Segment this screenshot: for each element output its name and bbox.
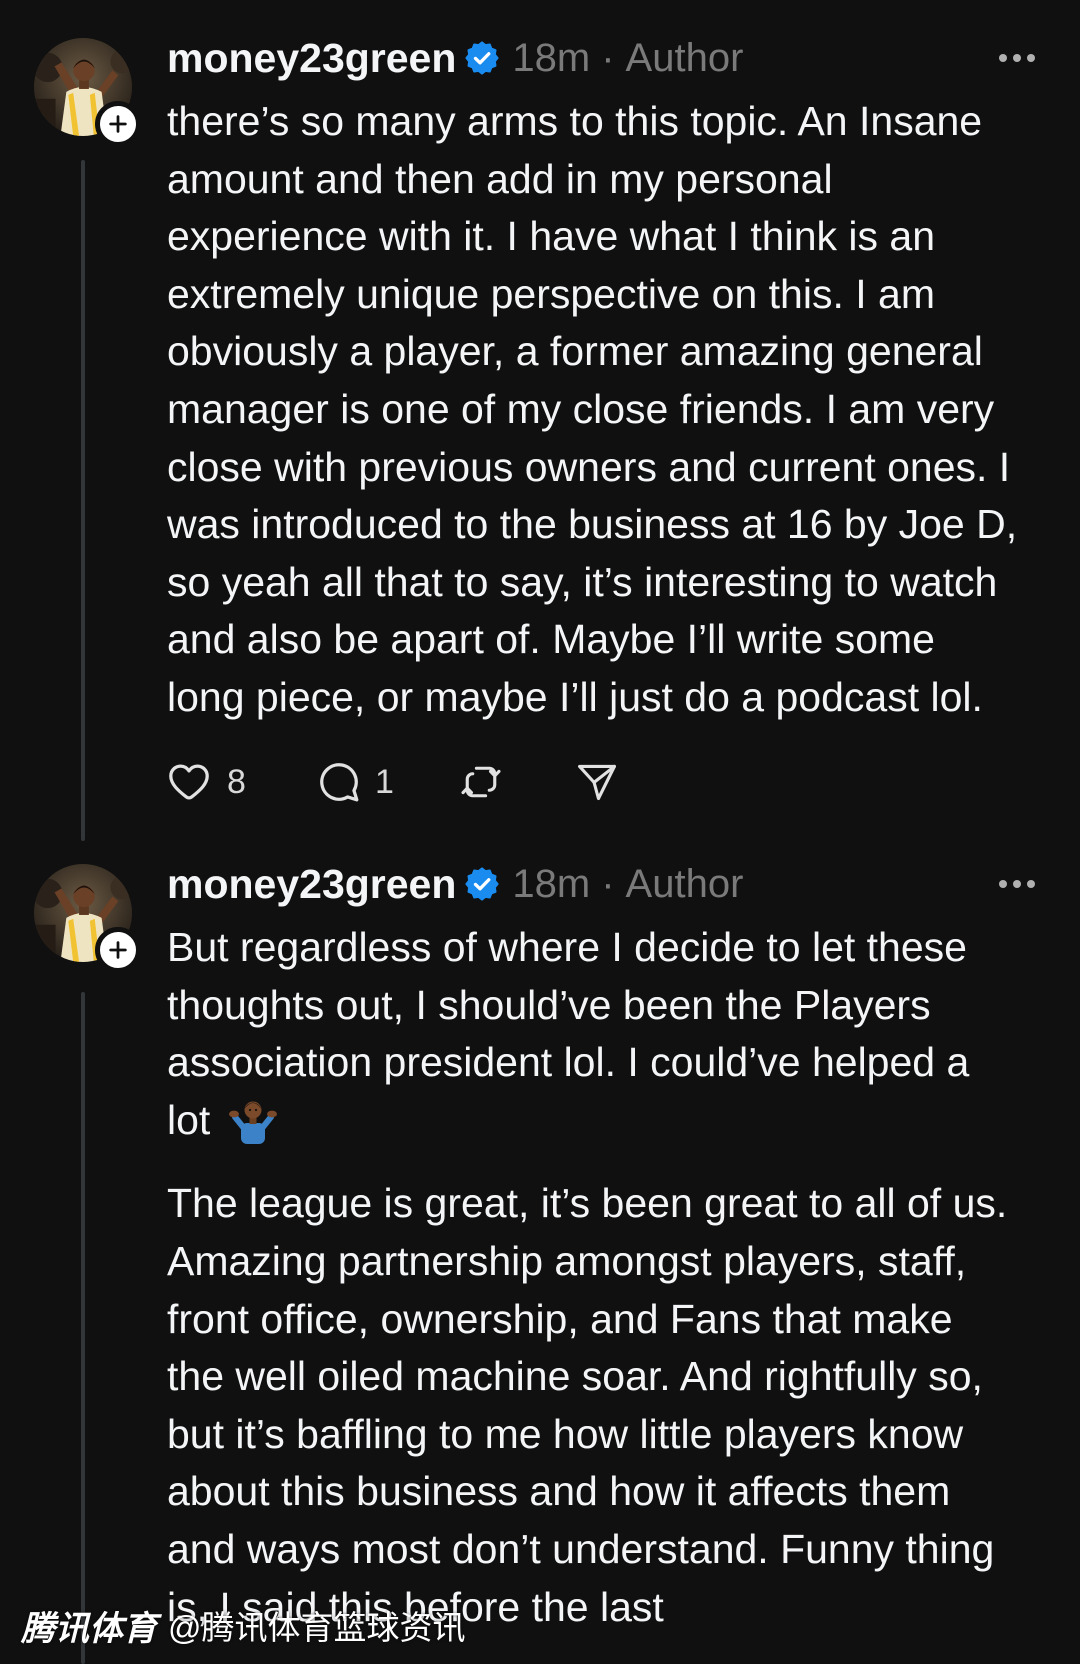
thread-connector-line xyxy=(81,992,85,1664)
repost-button[interactable] xyxy=(459,759,503,805)
post-header: money23green 18m · Author xyxy=(167,859,743,909)
body-line: long piece, or maybe I’ll just do a podc… xyxy=(167,673,983,720)
watermark: 腾讯体育 @腾讯体育篮球资讯 xyxy=(21,1604,466,1648)
repost-icon xyxy=(461,766,501,798)
post-time: 18m xyxy=(512,35,591,80)
comment-icon xyxy=(320,763,359,802)
verified-badge-icon xyxy=(465,41,499,75)
watermark-brand: 腾讯体育 xyxy=(21,1609,157,1648)
heart-icon xyxy=(169,764,209,800)
username-link[interactable]: money23green xyxy=(167,861,456,908)
post-paragraph: there’s so many arms to this topic. An I… xyxy=(167,93,1017,727)
meta-separator: · xyxy=(601,861,615,906)
body-line: extremely unique perspective on this. I … xyxy=(167,270,935,317)
body-line: so yeah all that to say, it’s interestin… xyxy=(167,558,998,605)
share-button[interactable] xyxy=(575,759,619,805)
body-line: association president lol. I could’ve he… xyxy=(167,1039,970,1086)
body-line: lot xyxy=(167,1096,211,1143)
more-options-button[interactable] xyxy=(994,874,1040,894)
thread-connector-line xyxy=(81,160,85,841)
body-line: But regardless of where I decide to let … xyxy=(167,924,967,970)
post-meta: 18m · Author xyxy=(512,862,743,907)
follow-plus-button[interactable] xyxy=(95,927,141,973)
post-meta: 18m · Author xyxy=(512,36,743,81)
verified-badge-icon xyxy=(465,867,499,901)
body-line: there’s so many arms to this topic. An I… xyxy=(167,98,983,144)
body-line: was introduced to the business at 16 by … xyxy=(167,501,1018,548)
body-line-with-emoji: lot xyxy=(167,1092,1007,1150)
like-button[interactable]: 8 xyxy=(166,759,246,805)
post-time: 18m xyxy=(512,861,591,906)
body-line: manager is one of my close friends. I am… xyxy=(167,385,995,432)
post-body: But regardless of where I decide to let … xyxy=(167,919,1007,1636)
body-line: front office, ownership, and Fans that m… xyxy=(167,1295,953,1342)
body-line: and ways most don’t understand. Funny th… xyxy=(167,1525,995,1572)
author-label: Author xyxy=(625,861,744,906)
post-paragraph: The league is great, it’s been great to … xyxy=(167,1175,1007,1636)
body-line: and also be apart of. Maybe I’ll write s… xyxy=(167,616,935,663)
body-line: The league is great, it’s been great to … xyxy=(167,1180,1008,1227)
like-count: 8 xyxy=(227,763,246,801)
reply-button[interactable]: 1 xyxy=(316,759,394,805)
shrug-emoji-icon xyxy=(228,1094,278,1144)
post-header: money23green 18m · Author xyxy=(167,33,743,83)
plus-icon xyxy=(107,113,129,135)
post-body: there’s so many arms to this topic. An I… xyxy=(167,93,1017,727)
body-line: experience with it. I have what I think … xyxy=(167,213,936,260)
meta-separator: · xyxy=(601,35,615,80)
more-horizontal-icon xyxy=(994,874,1040,894)
follow-plus-button[interactable] xyxy=(95,101,141,147)
more-options-button[interactable] xyxy=(994,48,1040,68)
body-line: but it’s baffling to me how little playe… xyxy=(167,1410,964,1457)
post-paragraph: But regardless of where I decide to let … xyxy=(167,919,1007,1149)
body-line: thoughts out, I should’ve been the Playe… xyxy=(167,981,931,1028)
body-line: amount and then add in my personal xyxy=(167,155,833,202)
body-line: close with previous owners and current o… xyxy=(167,443,1011,490)
plus-icon xyxy=(107,939,129,961)
author-label: Author xyxy=(625,35,744,80)
username-link[interactable]: money23green xyxy=(167,35,456,82)
body-line: the well oiled machine soar. And rightfu… xyxy=(167,1353,983,1400)
body-line: Amazing partnership amongst players, sta… xyxy=(167,1237,967,1284)
more-horizontal-icon xyxy=(994,48,1040,68)
watermark-handle: @腾讯体育篮球资讯 xyxy=(168,1609,466,1646)
body-line: obviously a player, a former amazing gen… xyxy=(167,328,983,375)
reply-count: 1 xyxy=(375,763,394,801)
body-line: about this business and how it affects t… xyxy=(167,1468,951,1515)
share-icon xyxy=(578,764,616,801)
